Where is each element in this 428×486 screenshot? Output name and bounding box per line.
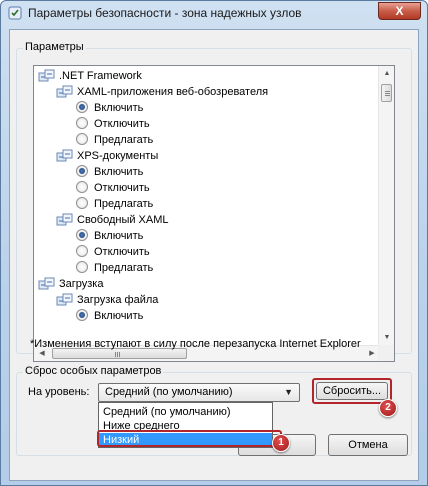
settings-tree-content: .NET Framework XAML-приложения веб-обозре…	[34, 66, 380, 346]
tree-radio-option[interactable]: Отключить	[76, 180, 150, 196]
window-title: Параметры безопасности - зона надежных у…	[28, 6, 302, 20]
tree-item-label: Загрузка	[59, 278, 104, 290]
tree-category: Загрузка файла	[56, 292, 158, 308]
tree-radio-option[interactable]: Предлагать	[76, 260, 153, 276]
level-combobox[interactable]: Средний (по умолчанию) ▼	[98, 383, 300, 402]
vertical-scroll-thumb[interactable]	[381, 84, 392, 102]
security-app-icon	[8, 6, 22, 20]
dialog-client-area: Параметры .NET Framework XAML-приложения …	[9, 29, 419, 481]
tree-item-label: Предлагать	[94, 134, 154, 146]
level-label: На уровень:	[28, 386, 90, 398]
tree-item-label: .NET Framework	[59, 70, 142, 82]
tree-radio-option[interactable]: Отключить	[76, 244, 150, 260]
reset-button[interactable]: Сбросить...	[316, 382, 388, 400]
close-icon: X	[395, 4, 404, 18]
tree-item-label: Предлагать	[94, 198, 154, 210]
tree-radio-option[interactable]: Отключить	[76, 116, 150, 132]
tree-item-label: Отключить	[94, 118, 150, 130]
radio-button[interactable]	[76, 117, 88, 130]
settings-category-icon	[56, 149, 74, 163]
tree-category: Свободный XAML	[56, 212, 169, 228]
tree-item-label: XAML-приложения веб-обозревателя	[77, 86, 269, 98]
scroll-corner	[378, 345, 394, 361]
tree-item-label: Отключить	[94, 182, 150, 194]
option-medium-default[interactable]: Средний (по умолчанию)	[99, 405, 272, 419]
tree-category: Загрузка	[38, 276, 103, 292]
radio-button[interactable]	[76, 229, 88, 242]
cancel-button-label: Отмена	[348, 439, 388, 451]
settings-category-icon	[38, 277, 56, 291]
tree-item-label: Загрузка файла	[77, 294, 159, 306]
radio-button[interactable]	[76, 245, 88, 258]
tree-item-label: Свободный XAML	[77, 214, 169, 226]
radio-button[interactable]	[76, 309, 88, 322]
settings-tree[interactable]: .NET Framework XAML-приложения веб-обозре…	[33, 65, 395, 362]
scroll-down-icon[interactable]: ▼	[379, 330, 394, 346]
settings-category-icon	[56, 293, 74, 307]
vertical-scrollbar[interactable]: ▲ ▼	[378, 66, 394, 346]
tree-radio-option[interactable]: Предлагать	[76, 196, 153, 212]
low-option-highlight	[97, 430, 282, 447]
level-combobox-value: Средний (по умолчанию)	[105, 386, 233, 398]
tree-category: .NET Framework	[38, 68, 142, 84]
close-button[interactable]: X	[378, 2, 421, 20]
tree-item-label: Включить	[94, 166, 144, 178]
tree-radio-option[interactable]: Включить	[76, 228, 143, 244]
tree-item-label: Предлагать	[94, 262, 154, 274]
reset-group-label: Сброс особых параметров	[23, 365, 164, 377]
title-bar: Параметры безопасности - зона надежных у…	[1, 1, 427, 27]
tree-item-label: Включить	[94, 310, 144, 322]
tree-category: XAML-приложения веб-обозревателя	[56, 84, 268, 100]
scroll-up-icon[interactable]: ▲	[379, 66, 394, 82]
tree-category: XPS-документы	[56, 148, 158, 164]
settings-category-icon	[56, 213, 74, 227]
radio-button[interactable]	[76, 197, 88, 210]
step-badge-1: 1	[272, 434, 290, 452]
tree-item-label: XPS-документы	[77, 150, 159, 162]
reset-button-label: Сбросить...	[322, 385, 382, 397]
cancel-button[interactable]: Отмена	[328, 434, 408, 456]
tree-item-label: Включить	[94, 230, 144, 242]
tree-radio-option[interactable]: Включить	[76, 164, 143, 180]
tree-radio-option[interactable]: Включить	[76, 308, 143, 324]
chevron-down-icon[interactable]: ▼	[284, 387, 293, 397]
radio-button[interactable]	[76, 101, 88, 114]
tree-item-label: Отключить	[94, 246, 150, 258]
radio-button[interactable]	[76, 261, 88, 274]
radio-button[interactable]	[76, 133, 88, 146]
tree-radio-option[interactable]: Предлагать	[76, 132, 153, 148]
radio-button[interactable]	[76, 165, 88, 178]
restart-note: *Изменения вступают в силу после перезап…	[30, 338, 361, 350]
radio-button[interactable]	[76, 181, 88, 194]
security-settings-window: Параметры безопасности - зона надежных у…	[0, 0, 428, 486]
settings-group-label: Параметры	[23, 41, 86, 53]
tree-item-label: Включить	[94, 102, 144, 114]
tree-radio-option[interactable]: Включить	[76, 100, 143, 116]
settings-category-icon	[38, 69, 56, 83]
step-badge-2: 2	[379, 399, 397, 417]
settings-category-icon	[56, 85, 74, 99]
